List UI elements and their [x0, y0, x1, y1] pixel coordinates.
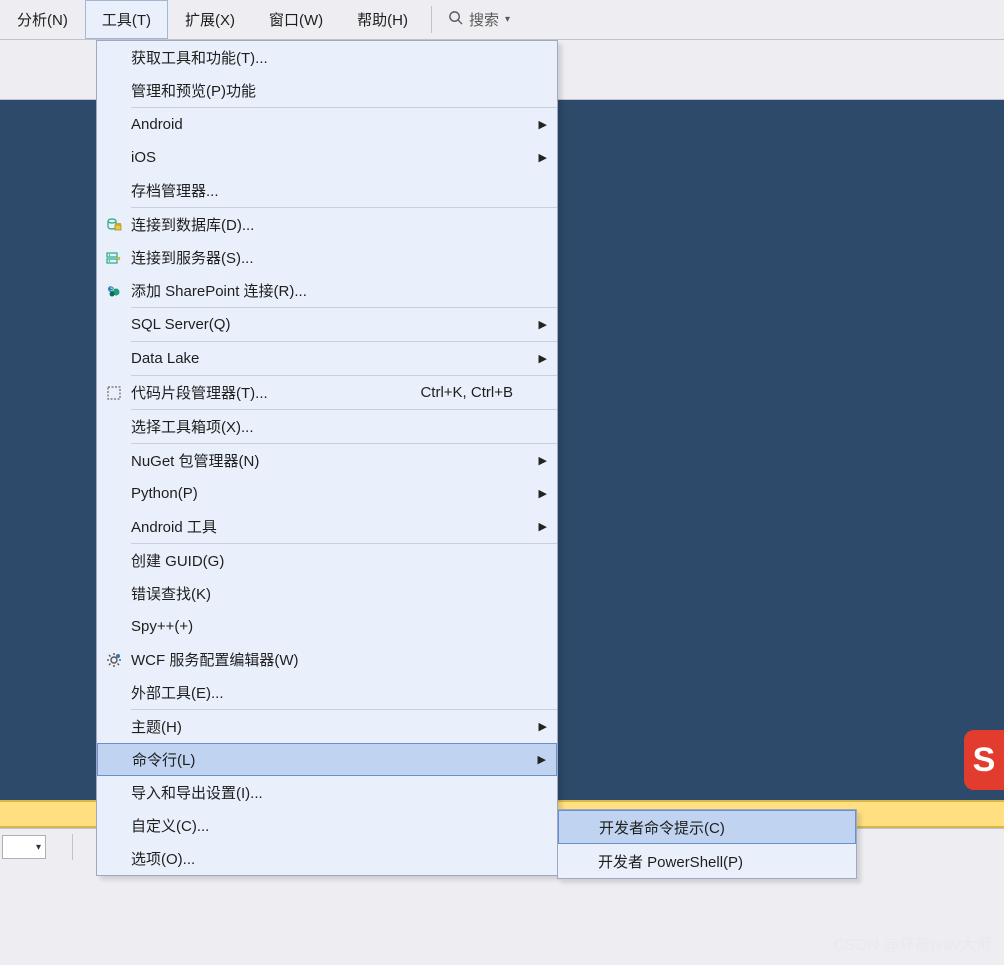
menu-help[interactable]: 帮助(H) — [340, 0, 425, 39]
menubar: 分析(N) 工具(T) 扩展(X) 窗口(W) 帮助(H) 搜索 ▾ — [0, 0, 1004, 40]
menu-item[interactable]: 外部工具(E)... — [97, 676, 557, 709]
menu-item-label: 外部工具(E)... — [131, 682, 533, 703]
submenu-item[interactable]: 开发者 PowerShell(P) — [558, 844, 856, 878]
sharepoint-icon: S — [97, 283, 131, 299]
menu-item-label: 连接到服务器(S)... — [131, 247, 533, 268]
menu-item[interactable]: 连接到服务器(S)... — [97, 241, 557, 274]
menu-item[interactable]: S 添加 SharePoint 连接(R)... — [97, 274, 557, 307]
server-icon — [97, 250, 131, 266]
menu-item[interactable]: WCF 服务配置编辑器(W) — [97, 643, 557, 676]
menu-item-label: WCF 服务配置编辑器(W) — [131, 649, 533, 670]
menu-item[interactable]: 自定义(C)... — [97, 809, 557, 842]
menu-analyze[interactable]: 分析(N) — [0, 0, 85, 39]
submenu-arrow-icon: ▶ — [532, 753, 546, 766]
menu-item[interactable]: Spy++(+) — [97, 610, 557, 643]
menu-item-label: 存档管理器... — [131, 180, 533, 201]
menu-item[interactable]: 连接到数据库(D)... — [97, 208, 557, 241]
menubar-divider — [431, 6, 432, 33]
submenu-arrow-icon: ▶ — [533, 520, 547, 533]
menu-item-label: 创建 GUID(G) — [131, 550, 533, 571]
menu-item-label: 连接到数据库(D)... — [131, 214, 533, 235]
menu-item-label: 代码片段管理器(T)... — [131, 382, 420, 403]
database-icon — [97, 217, 131, 233]
submenu-arrow-icon: ▶ — [533, 454, 547, 467]
menu-item[interactable]: Python(P)▶ — [97, 477, 557, 510]
menu-shortcut: Ctrl+K, Ctrl+B — [420, 384, 513, 401]
commandline-submenu: 开发者命令提示(C) 开发者 PowerShell(P) — [557, 809, 857, 879]
menu-item-label: Android — [131, 116, 533, 133]
menu-item[interactable]: Data Lake▶ — [97, 342, 557, 375]
menu-item-label: 错误查找(K) — [131, 583, 533, 604]
submenu-item-label: 开发者 PowerShell(P) — [598, 851, 846, 872]
menu-item-label: Android 工具 — [131, 516, 533, 537]
search-label: 搜索 — [469, 9, 499, 30]
submenu-arrow-icon: ▶ — [533, 720, 547, 733]
menu-item[interactable]: Android▶ — [97, 108, 557, 141]
tools-dropdown-menu: 获取工具和功能(T)...管理和预览(P)功能Android▶iOS▶存档管理器… — [96, 40, 558, 876]
menu-item[interactable]: 主题(H)▶ — [97, 710, 557, 743]
menu-item[interactable]: NuGet 包管理器(N)▶ — [97, 444, 557, 477]
menu-item-label: NuGet 包管理器(N) — [131, 450, 533, 471]
menu-item-label: Data Lake — [131, 350, 533, 367]
submenu-item-label: 开发者命令提示(C) — [599, 817, 845, 838]
search-box[interactable]: 搜索 ▾ — [438, 0, 520, 39]
menu-item-label: Spy++(+) — [131, 618, 533, 635]
side-badge[interactable]: S — [964, 730, 1004, 790]
menu-item[interactable]: 存档管理器... — [97, 174, 557, 207]
menu-item-label: Python(P) — [131, 485, 533, 502]
menu-item-label: 选项(O)... — [131, 848, 533, 869]
menu-item-label: 添加 SharePoint 连接(R)... — [131, 280, 533, 301]
menu-item-label: iOS — [131, 149, 533, 166]
menu-item-label: 获取工具和功能(T)... — [131, 47, 533, 68]
menu-item-label: 管理和预览(P)功能 — [131, 80, 533, 101]
submenu-arrow-icon: ▶ — [533, 151, 547, 164]
menu-tools[interactable]: 工具(T) — [85, 0, 168, 39]
submenu-arrow-icon: ▶ — [533, 318, 547, 331]
menu-item[interactable]: 错误查找(K) — [97, 577, 557, 610]
menu-item[interactable]: 代码片段管理器(T)...Ctrl+K, Ctrl+B — [97, 376, 557, 409]
submenu-arrow-icon: ▶ — [533, 118, 547, 131]
menu-item[interactable]: SQL Server(Q)▶ — [97, 308, 557, 341]
submenu-arrow-icon: ▶ — [533, 487, 547, 500]
submenu-arrow-icon: ▶ — [533, 352, 547, 365]
menu-item-label: 导入和导出设置(I)... — [131, 782, 533, 803]
menu-item[interactable]: 选择工具箱项(X)... — [97, 410, 557, 443]
snippet-icon — [97, 385, 131, 401]
menu-item[interactable]: iOS▶ — [97, 141, 557, 174]
menu-item[interactable]: 导入和导出设置(I)... — [97, 776, 557, 809]
svg-text:S: S — [110, 287, 114, 293]
menu-item-label: 自定义(C)... — [131, 815, 533, 836]
menu-window[interactable]: 窗口(W) — [252, 0, 340, 39]
menu-extensions[interactable]: 扩展(X) — [168, 0, 252, 39]
chevron-down-icon: ▾ — [505, 14, 510, 25]
menu-item[interactable]: Android 工具▶ — [97, 510, 557, 543]
menu-item-label: 命令行(L) — [132, 749, 532, 770]
menu-item[interactable]: 命令行(L)▶ — [97, 743, 557, 776]
bottom-dropdown[interactable] — [2, 835, 46, 859]
menu-item-label: 选择工具箱项(X)... — [131, 416, 533, 437]
menu-item[interactable]: 创建 GUID(G) — [97, 544, 557, 577]
search-icon — [448, 10, 463, 29]
bottom-divider — [72, 834, 73, 860]
menu-item-label: 主题(H) — [131, 716, 533, 737]
menu-item[interactable]: 管理和预览(P)功能 — [97, 74, 557, 107]
gear-icon — [97, 652, 131, 668]
menu-item-label: SQL Server(Q) — [131, 316, 533, 333]
menu-item[interactable]: 获取工具和功能(T)... — [97, 41, 557, 74]
menu-item[interactable]: 选项(O)... — [97, 842, 557, 875]
submenu-item[interactable]: 开发者命令提示(C) — [558, 810, 856, 844]
